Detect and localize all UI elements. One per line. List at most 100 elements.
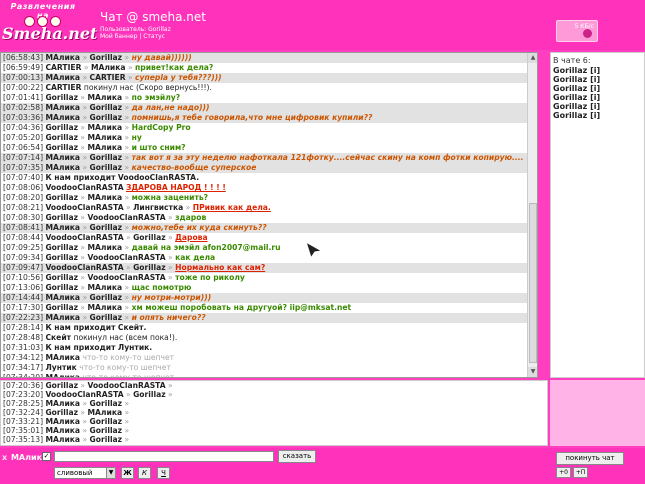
message-sender[interactable]: МАлика bbox=[45, 293, 80, 302]
message-recipient[interactable]: МАлика bbox=[88, 408, 123, 417]
message-recipient[interactable]: МАлика bbox=[88, 193, 123, 202]
message-sender[interactable]: МАлика bbox=[45, 417, 80, 426]
message-sender[interactable]: МАлика bbox=[45, 399, 80, 408]
message-recipient[interactable]: МАлика bbox=[88, 303, 123, 312]
message-recipient[interactable]: Gorillaz bbox=[133, 390, 166, 399]
user-list-item[interactable]: Gorillaz [i] bbox=[553, 75, 642, 84]
scroll-up-icon[interactable]: ▲ bbox=[528, 53, 537, 63]
message-recipient[interactable]: Gorillaz bbox=[90, 113, 123, 122]
message-sender[interactable]: Gorillaz bbox=[45, 123, 78, 132]
message-sender[interactable]: МАлика bbox=[45, 223, 80, 232]
color-select[interactable]: сливовый ▼ bbox=[54, 467, 116, 479]
user-list-item[interactable]: Gorillaz [i] bbox=[553, 102, 642, 111]
chat-scrollbar[interactable]: ▲ ▼ bbox=[527, 53, 537, 377]
message-sender[interactable]: CARTIER bbox=[45, 63, 81, 72]
message-recipient[interactable]: Gorillaz bbox=[133, 263, 166, 272]
private-checkbox[interactable]: ✓ bbox=[42, 452, 51, 461]
message-text: ну bbox=[131, 133, 142, 142]
message-sender[interactable]: МАлика bbox=[45, 73, 80, 82]
message-recipient[interactable]: Gorillaz bbox=[90, 399, 123, 408]
message-recipient[interactable]: МАлика bbox=[88, 133, 123, 142]
message-sender[interactable]: МАлика bbox=[45, 313, 80, 322]
message-sender[interactable]: К нам приходит bbox=[45, 323, 115, 332]
message-recipient[interactable]: Gorillaz bbox=[90, 223, 123, 232]
message-recipient[interactable]: VoodooClanRASTA bbox=[88, 381, 166, 390]
user-status-line: Пользователь: Gorillaz bbox=[100, 26, 171, 33]
message-sender[interactable]: Gorillaz bbox=[45, 408, 78, 417]
message-sender[interactable]: МАлика bbox=[45, 103, 80, 112]
message-recipient[interactable]: МАлика bbox=[88, 283, 123, 292]
message-recipient[interactable]: МАлика bbox=[88, 143, 123, 152]
message-recipient[interactable]: Gorillaz bbox=[90, 53, 123, 62]
message-recipient[interactable]: Gorillaz bbox=[90, 417, 123, 426]
italic-button[interactable]: К bbox=[138, 467, 151, 479]
chat-log[interactable]: [06:58:43] МАлика » Gorillaz » ну давай)… bbox=[0, 52, 538, 378]
message-sender[interactable]: Gorillaz bbox=[45, 133, 78, 142]
user-list-item[interactable]: Gorillaz [i] bbox=[553, 111, 642, 120]
message-sender[interactable]: Gorillaz bbox=[45, 93, 78, 102]
message-sender[interactable]: К нам приходит bbox=[45, 173, 115, 182]
message-recipient[interactable]: Gorillaz bbox=[90, 313, 123, 322]
message-sender[interactable]: Gorillaz bbox=[45, 193, 78, 202]
message-sender[interactable]: К нам приходит bbox=[45, 343, 115, 352]
message-recipient[interactable]: Gorillaz bbox=[90, 163, 123, 172]
arrow-icon: » bbox=[80, 113, 90, 122]
message-sender[interactable]: МАлика bbox=[45, 113, 80, 122]
message-sender[interactable]: CARTIER bbox=[45, 83, 81, 92]
message-sender[interactable]: Gorillaz bbox=[45, 303, 78, 312]
message-recipient[interactable]: МАлика bbox=[88, 243, 123, 252]
user-list-item[interactable]: Gorillaz [i] bbox=[553, 66, 642, 75]
message-sender[interactable]: VoodooClanRASTA bbox=[45, 233, 123, 242]
message-recipient[interactable]: VoodooClanRASTA bbox=[88, 253, 166, 262]
message-sender[interactable]: Gorillaz bbox=[45, 253, 78, 262]
message-recipient[interactable]: Gorillaz bbox=[90, 426, 123, 435]
message-sender[interactable]: Gorillaz bbox=[45, 381, 78, 390]
message-sender[interactable]: МАлика bbox=[45, 373, 80, 377]
site-logo[interactable]: Развлечения на Smeha.net bbox=[2, 2, 97, 48]
message-recipient[interactable]: МАлика bbox=[91, 63, 126, 72]
message-sender[interactable]: Gorillaz bbox=[45, 273, 78, 282]
message-sender[interactable]: VoodooClanRASTA bbox=[45, 263, 123, 272]
message-recipient[interactable]: VoodooClanRASTA bbox=[88, 213, 166, 222]
chat-message-row: [07:05:20] Gorillaz » МАлика » ну bbox=[1, 133, 537, 143]
bold-button[interactable]: Ж bbox=[121, 467, 134, 479]
message-sender[interactable]: МАлика bbox=[45, 426, 80, 435]
message-sender[interactable]: МАлика bbox=[45, 153, 80, 162]
message-recipient[interactable]: Gorillaz bbox=[90, 103, 123, 112]
message-sender[interactable]: Лунтик bbox=[45, 363, 76, 372]
user-list-item[interactable]: Gorillaz [i] bbox=[553, 93, 642, 102]
message-recipient[interactable]: Gorillaz bbox=[133, 233, 166, 242]
message-recipient[interactable]: Лингвистка bbox=[133, 203, 183, 212]
message-recipient[interactable]: Gorillaz bbox=[90, 153, 123, 162]
message-sender[interactable]: VoodooClanRASTA bbox=[45, 203, 123, 212]
user-list-item[interactable]: Gorillaz [i] bbox=[553, 84, 642, 93]
message-sender[interactable]: Gorillaz bbox=[45, 213, 78, 222]
message-sender[interactable]: МАлика bbox=[45, 163, 80, 172]
message-sender[interactable]: Скейт bbox=[45, 333, 71, 342]
user-links-line[interactable]: Мой баннер | Статус bbox=[100, 33, 165, 40]
message-sender[interactable]: Gorillaz bbox=[45, 283, 78, 292]
leave-chat-button[interactable]: покинуть чат bbox=[556, 452, 624, 465]
message-sender[interactable]: МАлика bbox=[45, 53, 80, 62]
message-sender[interactable]: Gorillaz bbox=[45, 143, 78, 152]
message-sender[interactable]: Gorillaz bbox=[45, 243, 78, 252]
underline-button[interactable]: Ч bbox=[157, 467, 170, 479]
message-input[interactable] bbox=[54, 451, 274, 462]
message-recipient[interactable]: CARTIER bbox=[90, 73, 126, 82]
speed-widget[interactable]: 5 КБ/с bbox=[556, 20, 598, 42]
message-sender[interactable]: МАлика bbox=[45, 353, 80, 362]
message-recipient[interactable]: МАлика bbox=[88, 123, 123, 132]
scroll-down-icon[interactable]: ▼ bbox=[528, 367, 537, 377]
send-button[interactable]: сказать bbox=[278, 450, 316, 463]
message-sender[interactable]: VoodooClanRASTA bbox=[45, 183, 123, 192]
message-recipient[interactable]: Gorillaz bbox=[90, 293, 123, 302]
message-sender[interactable]: МАлика bbox=[45, 435, 80, 444]
private-log[interactable]: [07:20:36] Gorillaz » VoodooClanRASTA »[… bbox=[0, 380, 548, 446]
message-recipient[interactable]: Gorillaz bbox=[90, 435, 123, 444]
message-recipient[interactable]: МАлика bbox=[88, 93, 123, 102]
zoom-out-button[interactable]: +0 bbox=[556, 467, 571, 478]
message-sender[interactable]: VoodooClanRASTA bbox=[45, 390, 123, 399]
zoom-in-button[interactable]: +П bbox=[573, 467, 588, 478]
scroll-thumb[interactable] bbox=[529, 203, 537, 363]
message-recipient[interactable]: VoodooClanRASTA bbox=[88, 273, 166, 282]
